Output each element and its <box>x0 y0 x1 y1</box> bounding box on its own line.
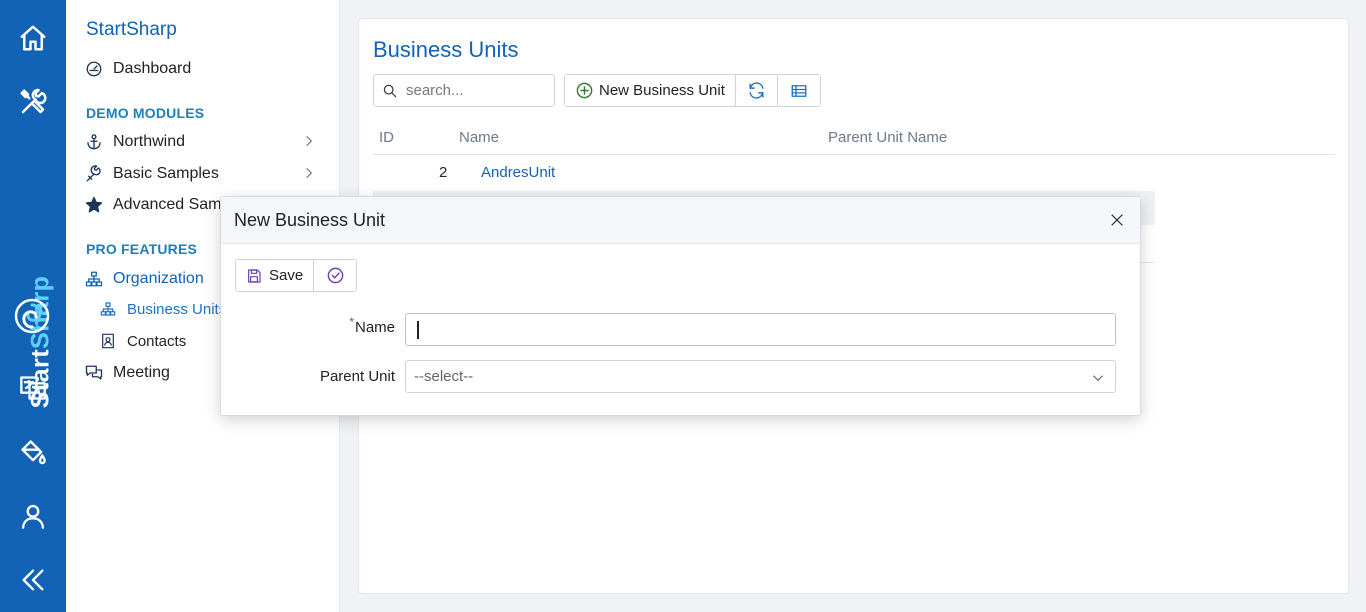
plus-circle-icon <box>576 82 593 99</box>
sidebar-title[interactable]: StartSharp <box>86 19 177 41</box>
brand-swirl-icon <box>13 297 51 335</box>
parent-unit-select[interactable]: --select-- <box>405 360 1116 393</box>
refresh-icon <box>749 82 764 99</box>
icon-rail: StartSharp <box>0 0 66 612</box>
wrench-icon <box>84 164 104 184</box>
sidebar-item-label: Meeting <box>113 364 170 381</box>
parent-unit-label: Parent Unit <box>319 368 395 385</box>
column-picker-button[interactable] <box>777 75 820 106</box>
save-label: Save <box>269 267 304 284</box>
chevron-right-icon <box>302 134 316 153</box>
translate-icon[interactable] <box>16 371 50 405</box>
new-button-label: New Business Unit <box>599 82 725 99</box>
dashboard-icon <box>84 59 104 79</box>
sidebar-item-northwind[interactable]: Northwind <box>84 130 330 154</box>
anchor-icon <box>84 132 104 152</box>
star-icon <box>84 195 104 215</box>
floppy-disk-icon <box>248 268 261 283</box>
check-circle-icon <box>327 267 344 284</box>
grid-header: ID Name Parent Unit Name <box>373 125 1335 155</box>
column-header-id[interactable]: ID <box>379 129 394 146</box>
save-button[interactable]: Save <box>236 260 315 291</box>
row-name-link[interactable]: AndresUnit <box>481 164 555 181</box>
table-icon <box>791 84 807 97</box>
text-caret <box>417 321 419 339</box>
search-box[interactable] <box>373 74 555 107</box>
name-field[interactable] <box>405 313 1116 346</box>
new-business-unit-button[interactable]: New Business Unit <box>565 75 736 106</box>
column-header-parent-unit[interactable]: Parent Unit Name <box>828 129 947 146</box>
dialog-header: New Business Unit <box>221 197 1140 244</box>
dialog-title: New Business Unit <box>234 210 386 230</box>
grid-toolbar: New Business Unit <box>564 74 821 107</box>
sidebar-item-label: Business Units <box>127 300 227 318</box>
row-id: 2 <box>439 164 448 181</box>
collapse-icon[interactable] <box>16 563 50 597</box>
chevron-down-icon <box>1091 371 1105 389</box>
demo-modules-header: DEMO MODULES <box>86 105 205 121</box>
apply-button[interactable] <box>314 260 357 291</box>
paint-bucket-icon[interactable] <box>16 435 50 469</box>
contact-card-icon <box>98 331 118 351</box>
parent-unit-value: --select-- <box>414 368 474 385</box>
sidebar-item-label: Dashboard <box>113 60 192 77</box>
pro-features-header: PRO FEATURES <box>86 241 198 257</box>
table-row[interactable]: 2 AndresUnit <box>373 155 1335 191</box>
page-title: Business Units <box>373 37 519 62</box>
dialog-toolbar: Save <box>235 259 358 292</box>
home-icon[interactable] <box>16 21 50 55</box>
new-business-unit-dialog: New Business Unit Save *Name Parent Unit… <box>220 196 1141 416</box>
chat-bubbles-icon <box>84 363 104 383</box>
close-button[interactable] <box>1106 209 1128 231</box>
user-icon[interactable] <box>16 499 50 533</box>
sidebar-item-label: Contacts <box>127 332 187 350</box>
org-chart-icon <box>98 299 118 319</box>
refresh-button[interactable] <box>735 75 778 106</box>
search-input[interactable] <box>406 82 546 99</box>
close-icon <box>1111 214 1123 226</box>
search-icon <box>383 84 397 97</box>
sidebar-item-basic-samples[interactable]: Basic Samples <box>84 162 330 186</box>
tools-icon[interactable] <box>16 85 50 119</box>
name-label: *Name <box>349 315 395 336</box>
required-marker: * <box>349 315 354 329</box>
sidebar-item-dashboard[interactable]: Dashboard <box>84 57 330 81</box>
sidebar-item-label: Basic Samples <box>113 165 219 182</box>
column-header-name[interactable]: Name <box>459 129 499 146</box>
org-chart-icon <box>84 269 104 289</box>
sidebar-item-label: Northwind <box>113 133 186 150</box>
sidebar-item-label: Organization <box>113 270 204 287</box>
chevron-right-icon <box>302 166 316 185</box>
